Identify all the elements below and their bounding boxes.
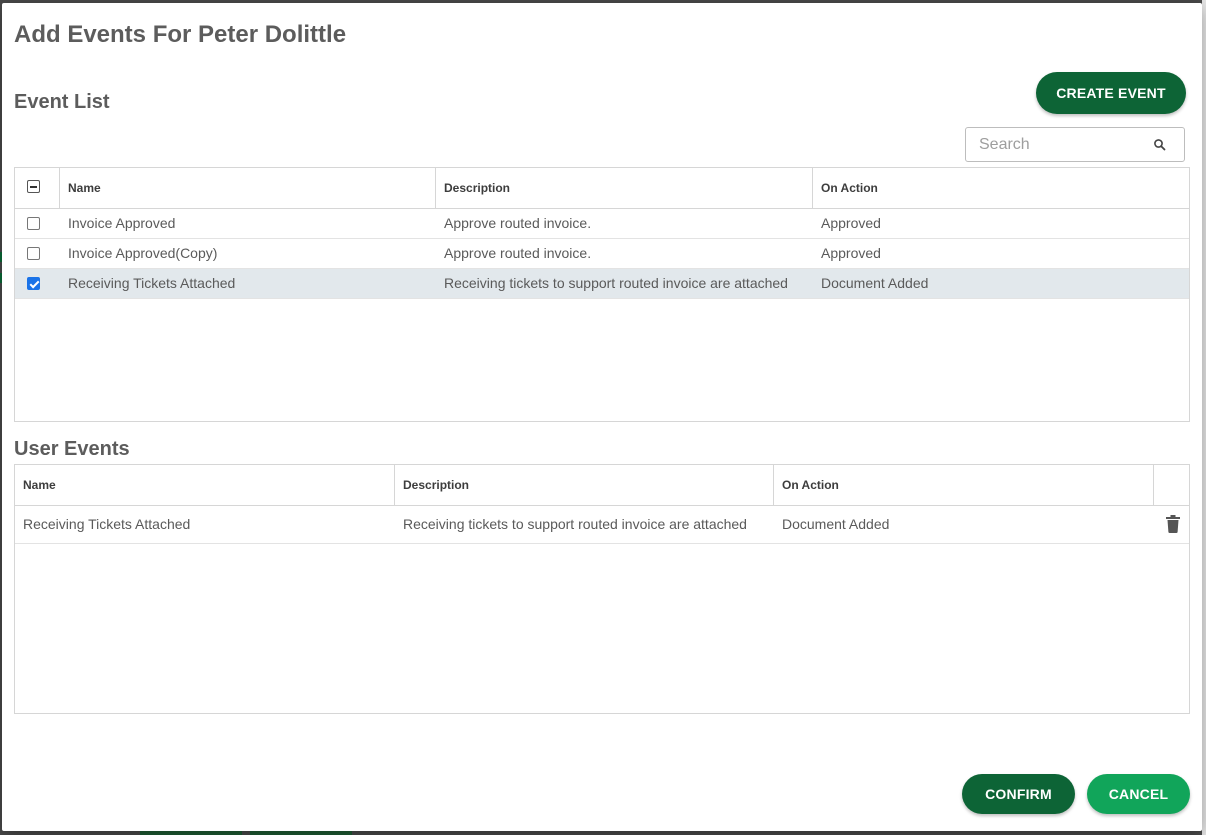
create-event-button[interactable]: CREATE EVENT [1036,72,1186,114]
column-header-name[interactable]: Name [60,168,436,209]
column-header-description[interactable]: Description [395,465,774,506]
select-all-cell [15,168,60,209]
cell-name: Invoice Approved [68,215,176,231]
column-header-on-action[interactable]: On Action [774,465,1154,506]
cell-description: Receiving tickets to support routed invo… [444,275,788,291]
search-field[interactable] [965,127,1185,162]
user-events-grid: Name Description On Action Receiving Tic… [14,464,1190,714]
search-icon[interactable] [1152,137,1168,153]
table-row[interactable]: Invoice Approved(Copy) Approve routed inv… [15,239,1189,269]
user-events-header: Name Description On Action [15,465,1189,506]
table-row[interactable]: Receiving Tickets Attached Receiving tick… [15,269,1189,299]
column-header-actions [1154,465,1190,506]
confirm-button[interactable]: CONFIRM [962,774,1075,814]
row-checkbox-cell [15,269,60,299]
cell-name: Invoice Approved(Copy) [68,245,218,261]
cell-description: Approve routed invoice. [444,215,592,231]
event-list-header: Name Description On Action [15,168,1190,209]
row-checkbox[interactable] [27,247,40,260]
table-row[interactable]: Invoice Approved Approve routed invoice. A… [15,209,1189,239]
row-checkbox-cell [15,239,60,269]
cell-description: Approve routed invoice. [444,245,592,261]
cell-on-action: Document Added [821,275,929,291]
cell-description: Receiving tickets to support routed invo… [403,516,747,532]
dialog-title: Add Events For Peter Dolittle [14,21,347,48]
user-events-title: User Events [14,438,130,460]
event-list-grid: Name Description On Action Invoice Appro… [14,167,1190,422]
row-checkbox-cell [15,209,60,239]
cell-on-action: Approved [821,215,881,231]
event-list-body: Invoice Approved Approve routed invoice. A… [15,209,1189,299]
column-header-description[interactable]: Description [436,168,813,209]
select-all-checkbox[interactable] [27,180,40,193]
row-checkbox[interactable] [27,217,40,230]
column-header-on-action[interactable]: On Action [813,168,1190,209]
cell-name: Receiving Tickets Attached [68,275,236,291]
table-row[interactable]: Receiving Tickets Attached Receiving tick… [15,506,1189,544]
trash-icon[interactable] [1166,515,1180,533]
cell-on-action: Document Added [782,516,890,532]
user-events-body: Receiving Tickets Attached Receiving tick… [15,506,1189,544]
cancel-button[interactable]: CANCEL [1087,774,1190,814]
cell-on-action: Approved [821,245,881,261]
background-page-edge [1202,0,1206,835]
search-input[interactable] [966,128,1146,161]
cell-name: Receiving Tickets Attached [23,516,191,532]
column-header-name[interactable]: Name [15,465,395,506]
event-list-title: Event List [14,91,110,113]
add-events-dialog: Add Events For Peter Dolittle Event List… [2,3,1202,831]
row-checkbox[interactable] [27,277,40,290]
